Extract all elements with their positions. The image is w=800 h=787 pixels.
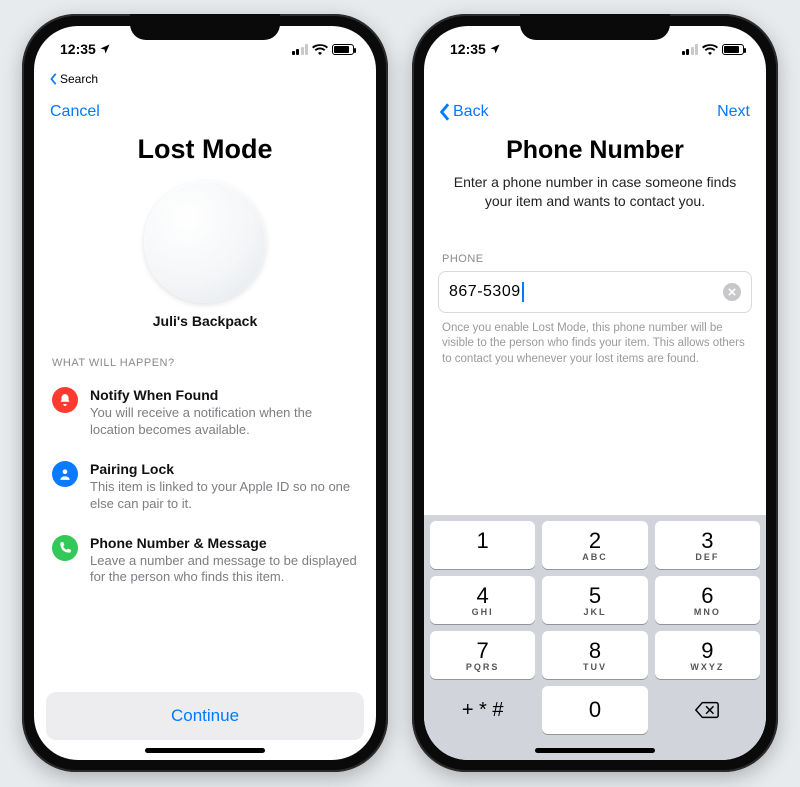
keypad-key-7[interactable]: 7PQRS xyxy=(430,631,535,679)
phone-field-label: PHONE xyxy=(424,211,766,271)
delete-icon xyxy=(694,700,720,720)
chevron-left-icon xyxy=(50,73,58,85)
feature-phone: Phone Number & Message Leave a number an… xyxy=(34,527,376,601)
breadcrumb-back[interactable]: Search xyxy=(34,66,376,92)
feature-pairing: Pairing Lock This item is linked to your… xyxy=(34,453,376,527)
status-time: 12:35 xyxy=(450,41,486,57)
cellular-icon xyxy=(682,44,699,55)
notch xyxy=(520,14,670,40)
keypad-key-6[interactable]: 6MNO xyxy=(655,576,760,624)
phone-right: 12:35 x Back Next Phone Number Enter a p… xyxy=(412,14,778,772)
bell-icon xyxy=(52,387,78,413)
keypad-key-9[interactable]: 9WXYZ xyxy=(655,631,760,679)
wifi-icon xyxy=(312,43,328,55)
feature-desc: You will receive a notification when the… xyxy=(90,405,358,439)
keypad-key-4[interactable]: 4GHI xyxy=(430,576,535,624)
keypad-key-1[interactable]: 1 xyxy=(430,521,535,569)
cellular-icon xyxy=(292,44,309,55)
clear-input-button[interactable] xyxy=(723,283,741,301)
home-indicator[interactable] xyxy=(535,748,655,753)
feature-notify: Notify When Found You will receive a not… xyxy=(34,379,376,453)
keypad-key-5[interactable]: 5JKL xyxy=(542,576,647,624)
page-title: Phone Number xyxy=(424,136,766,165)
location-arrow-icon xyxy=(99,43,111,55)
screen-phone-number: 12:35 x Back Next Phone Number Enter a p… xyxy=(424,26,766,760)
feature-title: Notify When Found xyxy=(90,387,358,403)
phone-input[interactable]: 867-5309 xyxy=(438,271,752,313)
section-label: WHAT WILL HAPPEN? xyxy=(34,349,376,379)
numeric-keypad: 1 2ABC3DEF 4GHI5JKL6MNO 7PQRS8TUV9WXYZ + * … xyxy=(424,515,766,760)
home-indicator[interactable] xyxy=(145,748,265,753)
feature-title: Pairing Lock xyxy=(90,461,358,477)
chevron-left-icon xyxy=(440,103,451,121)
screen-lost-mode: 12:35 Search Cancel Lost Mode Juli's Bac… xyxy=(34,26,376,760)
airtag-image xyxy=(144,181,266,303)
keypad-key-3[interactable]: 3DEF xyxy=(655,521,760,569)
helper-text: Once you enable Lost Mode, this phone nu… xyxy=(424,313,766,376)
phone-left: 12:35 Search Cancel Lost Mode Juli's Bac… xyxy=(22,14,388,772)
wifi-icon xyxy=(702,43,718,55)
keypad-delete[interactable] xyxy=(655,686,760,734)
keypad-key-2[interactable]: 2ABC xyxy=(542,521,647,569)
back-button[interactable]: Back xyxy=(440,103,489,121)
nav-bar: Cancel xyxy=(34,92,376,132)
status-time: 12:35 xyxy=(60,41,96,57)
next-button[interactable]: Next xyxy=(717,103,750,121)
notch xyxy=(130,14,280,40)
keypad-key-0[interactable]: 0 xyxy=(542,686,647,734)
person-icon xyxy=(52,461,78,487)
battery-icon xyxy=(332,44,354,55)
x-icon xyxy=(728,288,736,296)
location-arrow-icon xyxy=(489,43,501,55)
page-title: Lost Mode xyxy=(34,134,376,165)
keypad-symbols[interactable]: + * # xyxy=(430,686,535,734)
feature-desc: This item is linked to your Apple ID so … xyxy=(90,479,358,513)
page-subtitle: Enter a phone number in case someone fin… xyxy=(424,165,766,211)
phone-icon xyxy=(52,535,78,561)
feature-desc: Leave a number and message to be display… xyxy=(90,553,358,587)
battery-icon xyxy=(722,44,744,55)
nav-bar: Back Next xyxy=(424,92,766,132)
keypad-key-8[interactable]: 8TUV xyxy=(542,631,647,679)
text-caret xyxy=(522,282,524,302)
continue-button[interactable]: Continue xyxy=(46,692,364,740)
item-name: Juli's Backpack xyxy=(34,313,376,329)
phone-input-value: 867-5309 xyxy=(449,283,521,301)
cancel-button[interactable]: Cancel xyxy=(50,103,100,121)
feature-title: Phone Number & Message xyxy=(90,535,358,551)
